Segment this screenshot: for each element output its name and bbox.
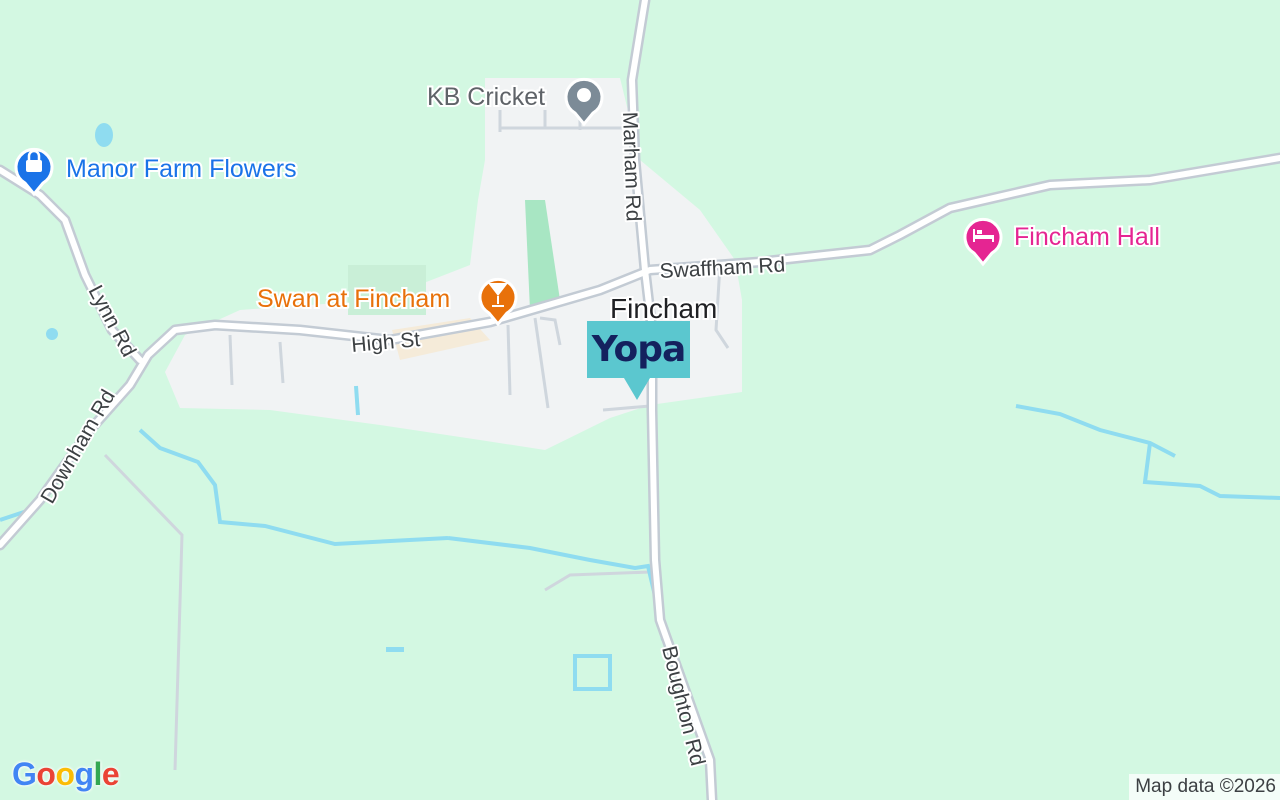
yopa-logo: Yopa	[591, 329, 687, 370]
poi-label-swan-at-fincham: Swan at Fincham	[257, 285, 450, 313]
yopa-location-marker[interactable]: Yopa	[587, 321, 690, 400]
pond	[95, 123, 113, 147]
pond-small	[46, 328, 58, 340]
pin-dot	[577, 88, 591, 102]
poi-label-manor-farm-flowers: Manor Farm Flowers	[66, 155, 297, 183]
google-logo: Google	[12, 756, 120, 792]
map-canvas[interactable]: Marham Rd Swaffham Rd High St Lynn Rd Do…	[0, 0, 1280, 800]
bag-body	[26, 160, 42, 172]
map-attribution[interactable]: Map data ©2026	[1129, 774, 1280, 800]
poi-label-fincham-hall: Fincham Hall	[1014, 223, 1160, 251]
road-label-marham: Marham Rd	[618, 111, 645, 221]
pond-tiny	[386, 647, 404, 652]
town-label: Fincham	[610, 293, 717, 324]
poi-label-kb-cricket: KB Cricket	[427, 83, 545, 111]
